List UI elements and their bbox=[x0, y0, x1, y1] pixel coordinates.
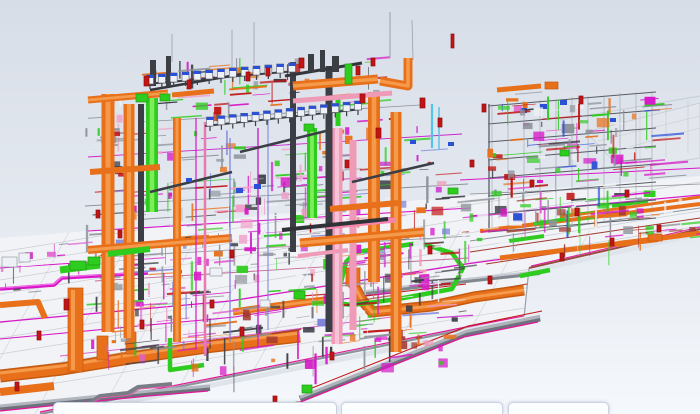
bottom-window-edge[interactable] bbox=[341, 402, 503, 414]
bottom-window-edge[interactable] bbox=[53, 402, 337, 414]
model-viewport[interactable] bbox=[0, 0, 700, 414]
bim-viewer-stage bbox=[0, 0, 700, 414]
bottom-window-edge[interactable] bbox=[508, 402, 609, 414]
